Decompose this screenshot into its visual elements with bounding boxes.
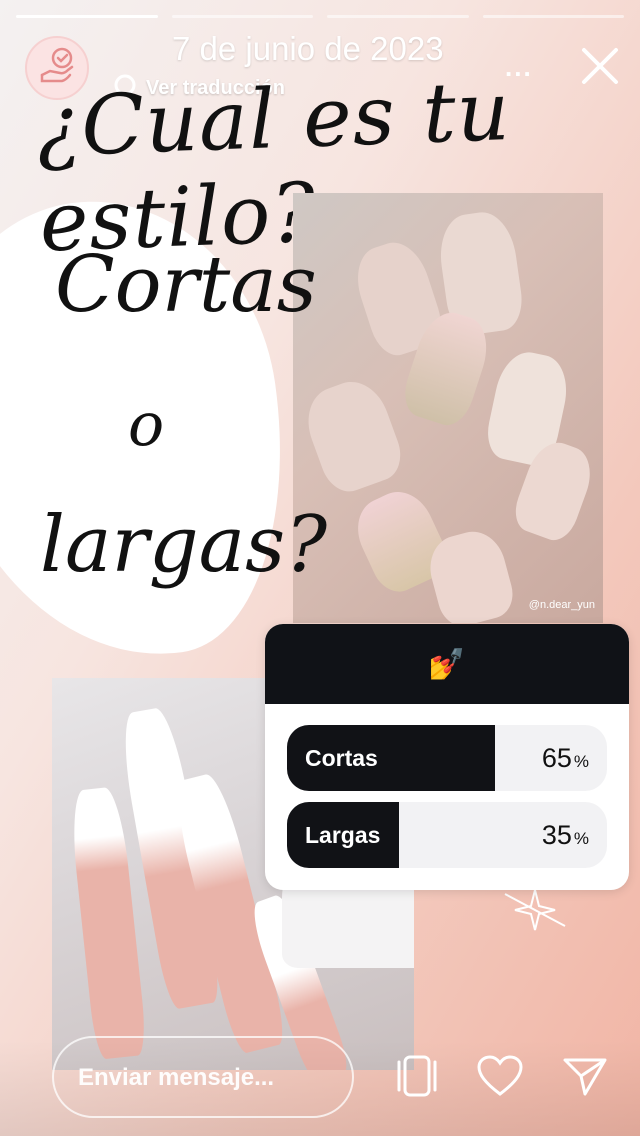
- poll-option-percent: 65%: [541, 743, 589, 773]
- send-icon: [561, 1058, 609, 1102]
- poll-option-label: Cortas: [305, 745, 378, 771]
- progress-segment-2: [171, 15, 313, 18]
- story-progress-bar: [16, 15, 624, 18]
- send-message-input[interactable]: Enviar mensaje...: [52, 1036, 354, 1118]
- story-text-largas: largas?: [40, 500, 328, 590]
- story-text-o: o: [128, 390, 165, 460]
- progress-segment-3: [327, 15, 469, 18]
- photo-credit: @n.dear_yun: [528, 599, 595, 611]
- sticker-stack-button[interactable]: [393, 1054, 441, 1103]
- heart-icon: [476, 1055, 524, 1102]
- poll-header: 💅: [265, 624, 629, 704]
- poll-option-label: Largas: [305, 822, 381, 848]
- like-button[interactable]: [476, 1054, 524, 1103]
- sticker-stack-icon: [393, 1055, 441, 1102]
- poll-option-largas[interactable]: Largas 35%: [287, 802, 607, 868]
- poll-option-percent: 35%: [541, 820, 589, 850]
- story-viewer: 7 de junio de 2023 Ver traducción ... ¿C…: [0, 0, 640, 1136]
- poll-sticker: 💅 Cortas 65% Largas 35%: [265, 624, 629, 890]
- progress-segment-1: [16, 15, 158, 18]
- send-button[interactable]: [561, 1054, 609, 1103]
- short-nails-photo: @n.dear_yun: [293, 193, 603, 623]
- story-date: 7 de junio de 2023: [172, 30, 444, 67]
- poll-option-cortas[interactable]: Cortas 65%: [287, 725, 607, 791]
- progress-segment-4: [482, 15, 624, 18]
- nail-polish-emoji: 💅: [428, 647, 466, 681]
- story-text-cortas: Cortas: [55, 240, 317, 330]
